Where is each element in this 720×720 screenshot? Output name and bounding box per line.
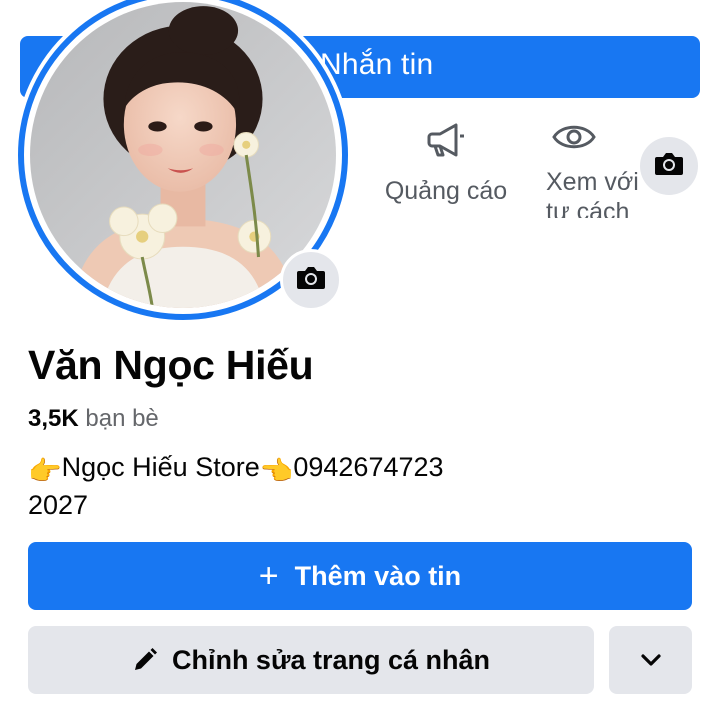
ads-action[interactable]: Quảng cáo — [376, 122, 516, 206]
friends-count-label: bạn bè — [85, 405, 159, 432]
more-options-button[interactable] — [609, 626, 692, 694]
megaphone-icon — [376, 122, 516, 163]
pencil-icon — [134, 648, 157, 670]
edit-cover-photo-button[interactable] — [640, 137, 698, 195]
add-to-story-button[interactable]: + Thêm vào tin — [28, 542, 692, 610]
friends-count-number: 3,5K — [28, 405, 79, 432]
bio-line-2: 2027 — [28, 490, 89, 520]
message-button-label: Nhắn tin — [320, 48, 434, 81]
edit-profile-button[interactable]: Chỉnh sửa trang cá nhân — [28, 626, 594, 694]
camera-icon — [296, 265, 326, 296]
profile-name: Văn Ngọc Hiếu — [28, 342, 314, 388]
camera-icon — [654, 151, 684, 182]
friends-count[interactable]: 3,5K bạn bè — [28, 405, 159, 433]
plus-icon: + — [258, 557, 279, 595]
edit-profile-label: Chỉnh sửa trang cá nhân — [171, 644, 491, 675]
pointing-left-emoji: 👈 — [259, 456, 294, 486]
bio-store-name: Ngọc Hiếu Store — [61, 452, 260, 482]
chevron-down-icon — [640, 654, 661, 666]
add-to-story-label: Thêm vào tin — [294, 560, 462, 591]
pointing-right-emoji: 👉 — [28, 456, 62, 486]
ads-action-label: Quảng cáo — [384, 177, 508, 205]
view-as-action-label: Xem với tư cách — [546, 168, 639, 218]
bio-phone: 0942674723 — [293, 452, 444, 482]
profile-bio: 👉Ngọc Hiếu Store👈0942674723 2027 — [28, 450, 628, 522]
edit-profile-picture-button[interactable] — [280, 249, 342, 311]
